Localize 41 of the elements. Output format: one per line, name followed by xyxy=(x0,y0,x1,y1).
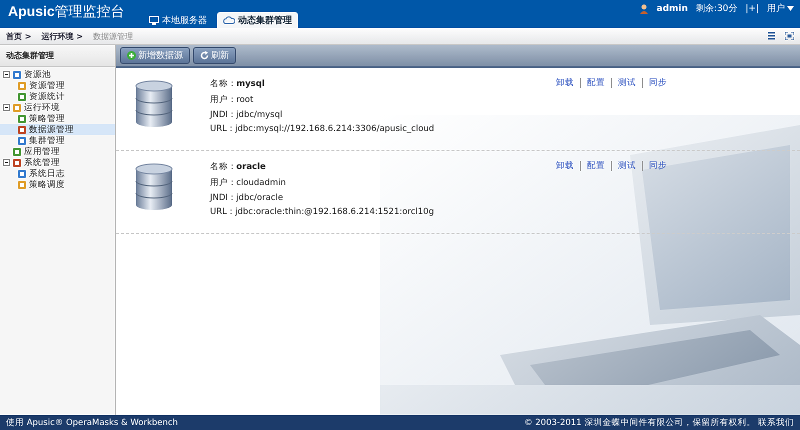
session-time: 剩余:30分 xyxy=(696,2,738,15)
datasource-detail: 用户 : cloudadmin xyxy=(210,177,287,189)
tree-item[interactable]: 策略调度 xyxy=(0,179,115,190)
extend-link[interactable]: |+| xyxy=(745,4,759,14)
tree-item[interactable]: 系统管理 xyxy=(0,157,115,168)
tree-item[interactable]: 集群管理 xyxy=(0,135,115,146)
datasource-detail: 用户 : root xyxy=(210,94,254,106)
tree-item[interactable]: 系统日志 xyxy=(0,168,115,179)
app-logo: Apusic管理监控台 xyxy=(7,3,126,22)
tree-item[interactable]: 应用管理 xyxy=(0,146,115,157)
action-link[interactable]: 卸载 xyxy=(550,161,580,171)
action-link[interactable]: 测试 xyxy=(611,161,642,171)
footer-text: 使用 Apusic® OperaMasks & Workbench xyxy=(6,416,178,428)
datasource-detail: 名称 : oracle xyxy=(210,161,267,173)
copyright-text: © 2003-2011 深圳金蝶中间件有限公司，保留所有权利。 联系我们 xyxy=(524,416,794,428)
datasource-detail: URL : jdbc:mysql://192.168.6.214:3306/apusic_cloud xyxy=(210,124,436,134)
breadcrumb-item[interactable]: 运行环境 > xyxy=(42,30,83,42)
tab[interactable]: 动态集群管理 xyxy=(217,12,298,28)
action-link[interactable]: 卸载 xyxy=(550,78,580,88)
tab[interactable]: 本地服务器 xyxy=(143,12,213,28)
action-link[interactable]: 测试 xyxy=(611,78,642,88)
action-link[interactable]: 同步 xyxy=(642,78,673,88)
tree-item[interactable]: 资源池 xyxy=(0,69,115,80)
tree-item[interactable]: 资源统计 xyxy=(0,91,115,102)
datasource-detail: JNDI : jdbc/mysql xyxy=(210,110,284,120)
breadcrumb-item[interactable]: 首页 > xyxy=(6,30,32,42)
breadcrumb-item: 数据源管理 xyxy=(93,30,133,42)
tree-item[interactable]: 策略管理 xyxy=(0,113,115,124)
tree-item[interactable]: 资源管理 xyxy=(0,80,115,91)
username: admin xyxy=(656,4,688,14)
tree-item[interactable]: 运行环境 xyxy=(0,102,115,113)
datasource-detail: URL : jdbc:oracle:thin:@192.168.6.214:1521:orcl10g xyxy=(210,207,435,217)
refresh-button[interactable]: 刷新 xyxy=(193,47,236,64)
datasource-detail: JNDI : jdbc/oracle xyxy=(210,193,284,203)
datasource-detail: 名称 : mysql xyxy=(210,78,266,90)
action-link[interactable]: 配置 xyxy=(580,78,611,88)
tree-item[interactable]: 数据源管理 xyxy=(0,124,115,135)
action-link[interactable]: 同步 xyxy=(642,161,673,171)
add-button[interactable]: 新增数据源 xyxy=(120,47,190,64)
action-link[interactable]: 配置 xyxy=(580,161,611,171)
user-menu[interactable]: 用户 xyxy=(767,2,794,15)
